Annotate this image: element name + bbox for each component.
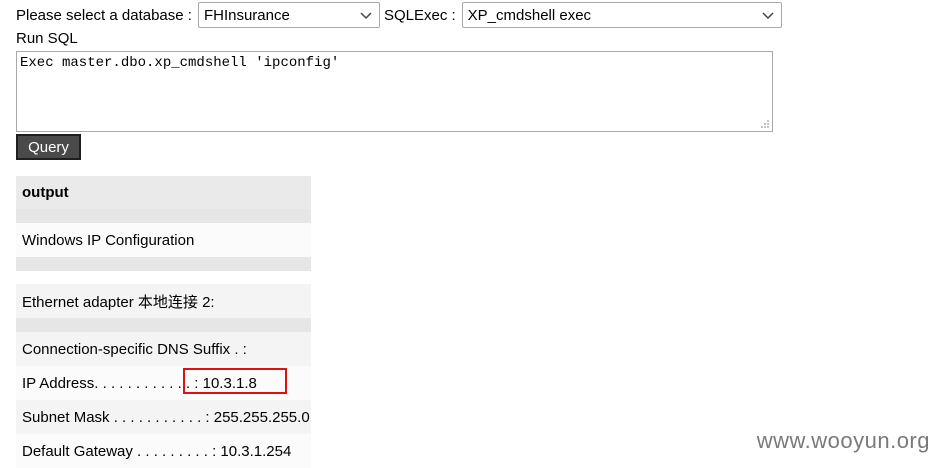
database-label: Please select a database : [16,6,192,24]
run-sql-label: Run SQL [16,30,78,47]
table-row-empty [16,318,311,332]
sqlexec-label: SQLExec : [383,6,456,24]
table-row: Ethernet adapter 本地连接 2: [16,284,311,318]
database-select-value: FHInsurance [203,6,290,24]
sql-text: Exec master.dbo.xp_cmdshell 'ipconfig' [20,55,340,71]
table-row: Subnet Mask . . . . . . . . . . . : 255.… [16,400,311,434]
table-row-spacer [16,209,311,223]
sql-textarea[interactable]: Exec master.dbo.xp_cmdshell 'ipconfig' [16,51,773,132]
chevron-down-icon [762,12,774,20]
table-row-empty [16,257,311,271]
sqlexec-select[interactable]: XP_cmdshell exec [461,2,782,28]
sql-exec-page: Please select a database : FHInsurance S… [0,0,940,468]
sqlexec-select-value: XP_cmdshell exec [467,6,592,24]
watermark: www.wooyun.org [756,428,930,453]
query-button[interactable]: Query [16,134,81,160]
table-row: Connection-specific DNS Suffix . : [16,332,311,366]
ip-highlight-box [183,368,287,394]
table-row: Default Gateway . . . . . . . . . : 10.3… [16,434,311,468]
chevron-down-icon [360,12,372,20]
table-row: Windows IP Configuration [16,223,311,257]
controls-row: Please select a database : FHInsurance S… [16,2,782,28]
database-select[interactable]: FHInsurance [197,2,380,28]
resize-grip-icon[interactable] [760,119,770,129]
output-header: output [16,176,311,209]
